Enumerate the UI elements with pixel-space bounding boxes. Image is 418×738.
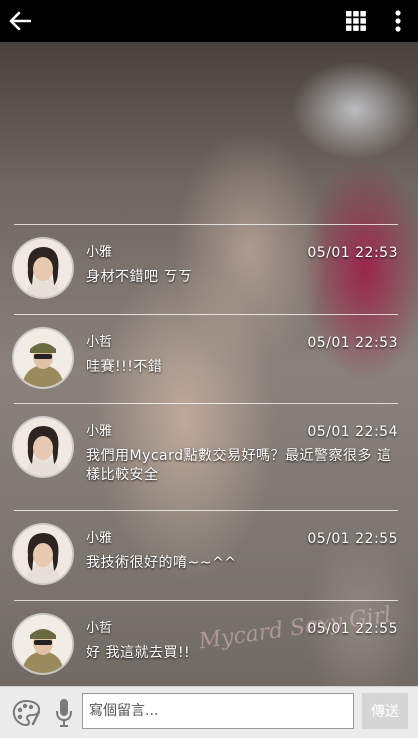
- message-time: 05/01 22:53: [307, 335, 398, 351]
- message-text: 身材不錯吧 ㄎㄎ: [86, 269, 193, 285]
- female-avatar: [14, 525, 72, 583]
- arrow-left-icon: [9, 11, 31, 31]
- female-avatar: [14, 418, 72, 476]
- palette-icon: [12, 699, 41, 727]
- message-text: 我技術很好的唷~~^^: [86, 555, 237, 571]
- sender-name: 小雅: [86, 424, 113, 439]
- back-button[interactable]: [0, 0, 40, 42]
- message-row[interactable]: 小雅 05/01 22:55 我技術很好的唷~~^^: [14, 510, 398, 600]
- sender-name: 小哲: [86, 335, 113, 350]
- male-avatar: [14, 329, 72, 387]
- avatar[interactable]: [14, 525, 72, 583]
- female-avatar: [14, 239, 72, 297]
- male-avatar: [14, 615, 72, 673]
- avatar[interactable]: [14, 615, 72, 673]
- message-input[interactable]: [82, 693, 354, 729]
- avatar[interactable]: [14, 329, 72, 387]
- message-text: 哇賽!!!不錯: [86, 359, 163, 375]
- message-time: 05/01 22:54: [307, 424, 398, 440]
- more-vertical-icon: [395, 10, 401, 32]
- sender-name: 小雅: [86, 531, 113, 546]
- message-row[interactable]: 小雅 05/01 22:54 我們用Mycard點數交易好嗎？最近警察很多 這樣…: [14, 403, 398, 510]
- sender-name: 小雅: [86, 245, 113, 260]
- top-app-bar: [0, 0, 418, 42]
- avatar[interactable]: [14, 239, 72, 297]
- grid-button[interactable]: [334, 0, 378, 42]
- topbar-actions: [334, 0, 418, 42]
- overflow-menu-button[interactable]: [378, 0, 418, 42]
- message-text: 我們用Mycard點數交易好嗎？最近警察很多 這樣比較安全: [86, 448, 392, 483]
- microphone-icon: [56, 699, 72, 727]
- send-button[interactable]: 傳送: [362, 693, 408, 729]
- palette-button[interactable]: [10, 697, 42, 729]
- avatar[interactable]: [14, 418, 72, 476]
- grid-icon: [346, 11, 366, 31]
- message-row[interactable]: 小雅 05/01 22:53 身材不錯吧 ㄎㄎ: [14, 224, 398, 314]
- chat-screen: 小雅 05/01 22:53 身材不錯吧 ㄎㄎ 小哲 05/01 22:53 哇…: [0, 0, 418, 738]
- composer-bar: 傳送: [0, 686, 418, 738]
- sender-name: 小哲: [86, 621, 113, 636]
- message-row[interactable]: 小哲 05/01 22:53 哇賽!!!不錯: [14, 314, 398, 403]
- message-time: 05/01 22:53: [307, 245, 398, 261]
- microphone-button[interactable]: [50, 697, 78, 729]
- message-time: 05/01 22:55: [307, 531, 398, 547]
